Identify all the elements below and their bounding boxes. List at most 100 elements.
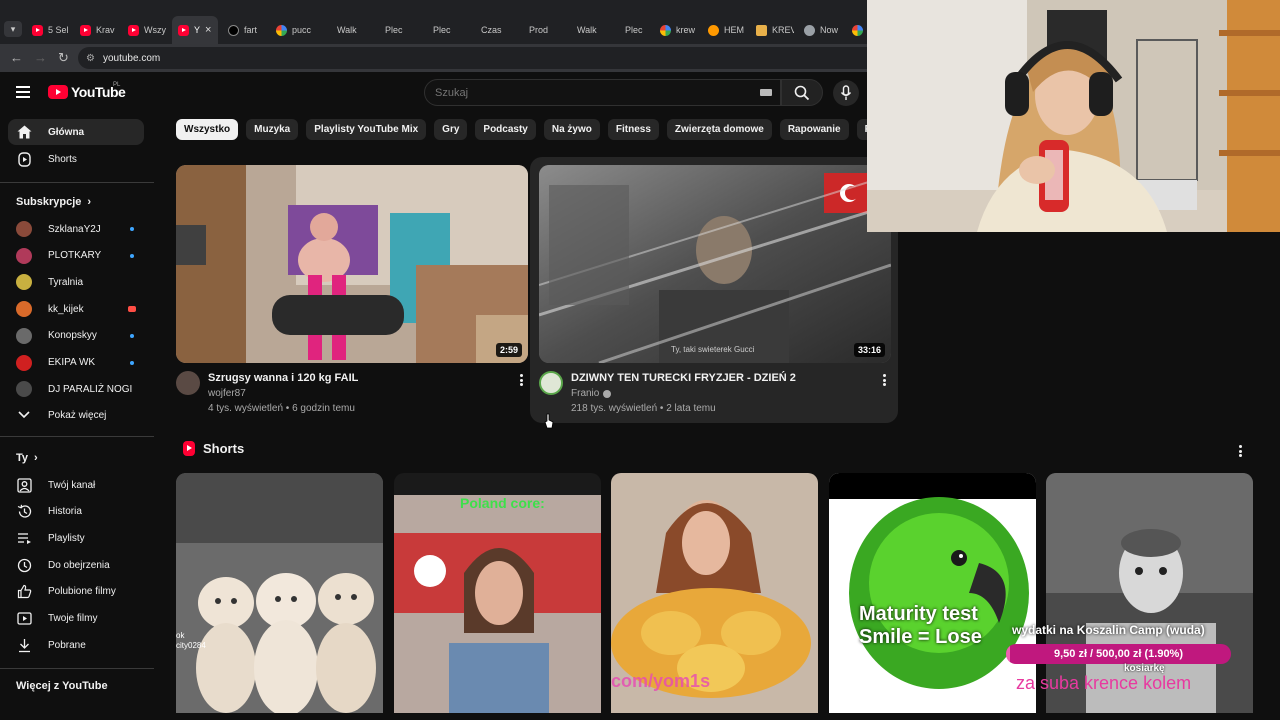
avatar [16,274,32,291]
filter-chip[interactable]: Zwierzęta domowe [666,119,772,140]
browser-tab[interactable]: Walk [326,16,370,44]
search-icon [794,85,810,100]
search-box[interactable] [424,79,781,106]
browser-tab[interactable]: krew [654,16,698,44]
short-overlay-text: Maturity test Smile = Lose [859,603,982,648]
browser-tab[interactable]: KREV [750,16,794,44]
sidebar-item-watch-later[interactable]: Do obejrzenia [8,552,144,578]
filter-chip[interactable]: Wszystko [176,119,239,140]
sidebar-item-channel[interactable]: Twój kanał [8,472,144,498]
tab-label: pucc [292,25,312,35]
browser-tab[interactable]: 5 Sel [26,16,70,44]
short-card-kittens[interactable]: ok city0284 [176,473,383,713]
keyboard-icon[interactable] [760,89,772,96]
filter-chip[interactable]: Muzyka [246,119,299,140]
browser-tab[interactable]: Plec [422,16,466,44]
tab-search-button[interactable]: ▾ [4,21,22,37]
channel-avatar[interactable] [539,371,563,395]
short-card-parrot[interactable]: Maturity test Smile = Lose [829,473,1036,713]
goal-progress-bar: 9,50 zł / 500,00 zł (1.90%) [1006,644,1231,664]
video-title[interactable]: DZIWNY TEN TURECKI FRYZJER - DZIEŃ 2 [571,372,871,384]
short-card-poland-core[interactable]: Poland core: [394,473,601,713]
filter-chip[interactable]: Na żywo [543,119,600,140]
sidebar-item-playlist[interactable]: Playlisty [8,525,144,551]
short-overlay-text: ok city0284 [176,631,206,650]
avatar [16,381,32,398]
video-channel[interactable]: wojfer87 [208,388,246,399]
browser-tab[interactable]: Plec [614,16,650,44]
show-more-button[interactable]: Pokaż więcej [8,402,144,428]
guide-sidebar: Główna Shorts Subskrypcje › SzklanaY2J PL… [0,116,155,720]
address-bar[interactable]: ⚙ youtube.com [78,47,878,69]
video-channel[interactable]: Franio [571,388,612,399]
filter-chip[interactable]: Fitness [607,119,659,140]
browser-tab[interactable]: Czas [470,16,514,44]
video-title[interactable]: Szrugsy wanna i 120 kg FAIL [208,372,508,384]
browser-tab[interactable]: Krav [74,16,118,44]
tab-close-icon[interactable]: × [205,24,211,36]
sidebar-item-your-videos[interactable]: Twoje filmy [8,606,144,632]
sidebar-item-home[interactable]: Główna [8,119,144,145]
sidebar-subscription[interactable]: DJ PARALIŻ NOGI [8,376,144,402]
filter-chip[interactable]: Rapowanie [779,119,849,140]
you-heading[interactable]: Ty › [16,452,38,464]
channel-avatar[interactable] [176,371,200,395]
sidebar-subscription[interactable]: Tyralnia [8,269,144,295]
filter-chip[interactable]: Playlisty YouTube Mix [306,119,427,140]
channel-name[interactable]: wojfer87 [208,388,246,399]
sidebar-divider [0,182,154,183]
browser-tab[interactable] [846,16,866,44]
sidebar-item-shorts[interactable]: Shorts [8,146,144,172]
browser-tab[interactable]: Plec [374,16,418,44]
search-input[interactable] [435,86,735,99]
back-icon[interactable]: ← [10,50,23,65]
forward-icon[interactable]: → [34,50,47,65]
sidebar-item-thumbs-up[interactable]: Polubione filmy [8,579,144,605]
browser-tab[interactable]: Now [798,16,842,44]
subscriptions-heading[interactable]: Subskrypcje › [16,196,91,208]
filter-chip[interactable]: Gry [434,119,468,140]
sidebar-subscription[interactable]: Konopskyy [8,323,144,349]
youtube-favicon-icon [128,24,139,36]
krev-favicon-icon [756,24,767,36]
sidebar-item-download[interactable]: Pobrane [8,632,144,658]
video-thumbnail[interactable]: Ty, taki swieterek Gucci 33:16 [539,165,891,363]
browser-tab[interactable]: HEM [702,16,746,44]
browser-tab[interactable]: Wszy [122,16,168,44]
browser-tab[interactable]: Prod [518,16,562,44]
video-thumbnail[interactable]: 2:59 [176,165,528,363]
search-button[interactable] [781,79,823,106]
short-card-bread[interactable]: kick.com/yom1s [611,473,818,713]
sidebar-divider [0,436,154,437]
sidebar-subscription[interactable]: PLOTKARY [8,243,144,269]
site-info-icon[interactable]: ⚙ [86,53,95,64]
tab-label: Czas [481,25,502,35]
shorts-more-icon[interactable] [1235,444,1245,458]
tab-label: Plec [433,25,451,35]
more-actions-icon[interactable] [516,373,526,387]
thumbs-up-icon [16,584,32,600]
voice-search-button[interactable] [833,80,859,106]
more-heading-label: Więcej z YouTube [16,680,108,692]
channel-name[interactable]: Franio [571,388,599,399]
sidebar-subscription[interactable]: kk_kijek [8,296,144,322]
youtube-favicon-icon [80,24,91,36]
avatar [16,247,32,264]
browser-tab[interactable]: pucc [270,16,322,44]
filter-chip[interactable]: Podcasty [475,119,536,140]
video-meta: 4 tys. wyświetleń • 6 godzin temu [208,403,355,414]
more-actions-icon[interactable] [879,373,889,387]
sidebar-item-history[interactable]: Historia [8,499,144,525]
subscription-label: SzklanaY2J [48,223,101,235]
browser-tab[interactable]: Y × [172,16,218,44]
browser-tab[interactable]: Walk [566,16,610,44]
video-card[interactable]: 2:59 Szrugsy wanna i 120 kg FAIL wojfer8… [176,165,528,415]
sidebar-item-label: Twój kanał [48,479,96,491]
video-card[interactable]: Ty, taki swieterek Gucci 33:16 DZIWNY TE… [539,165,891,415]
live-icon [128,306,136,313]
browser-tab[interactable]: fart [222,16,266,44]
sidebar-subscription[interactable]: SzklanaY2J [8,216,144,242]
menu-icon[interactable] [16,86,30,98]
sidebar-subscription[interactable]: EKIPA WK [8,350,144,376]
reload-icon[interactable]: ↻ [58,50,69,66]
